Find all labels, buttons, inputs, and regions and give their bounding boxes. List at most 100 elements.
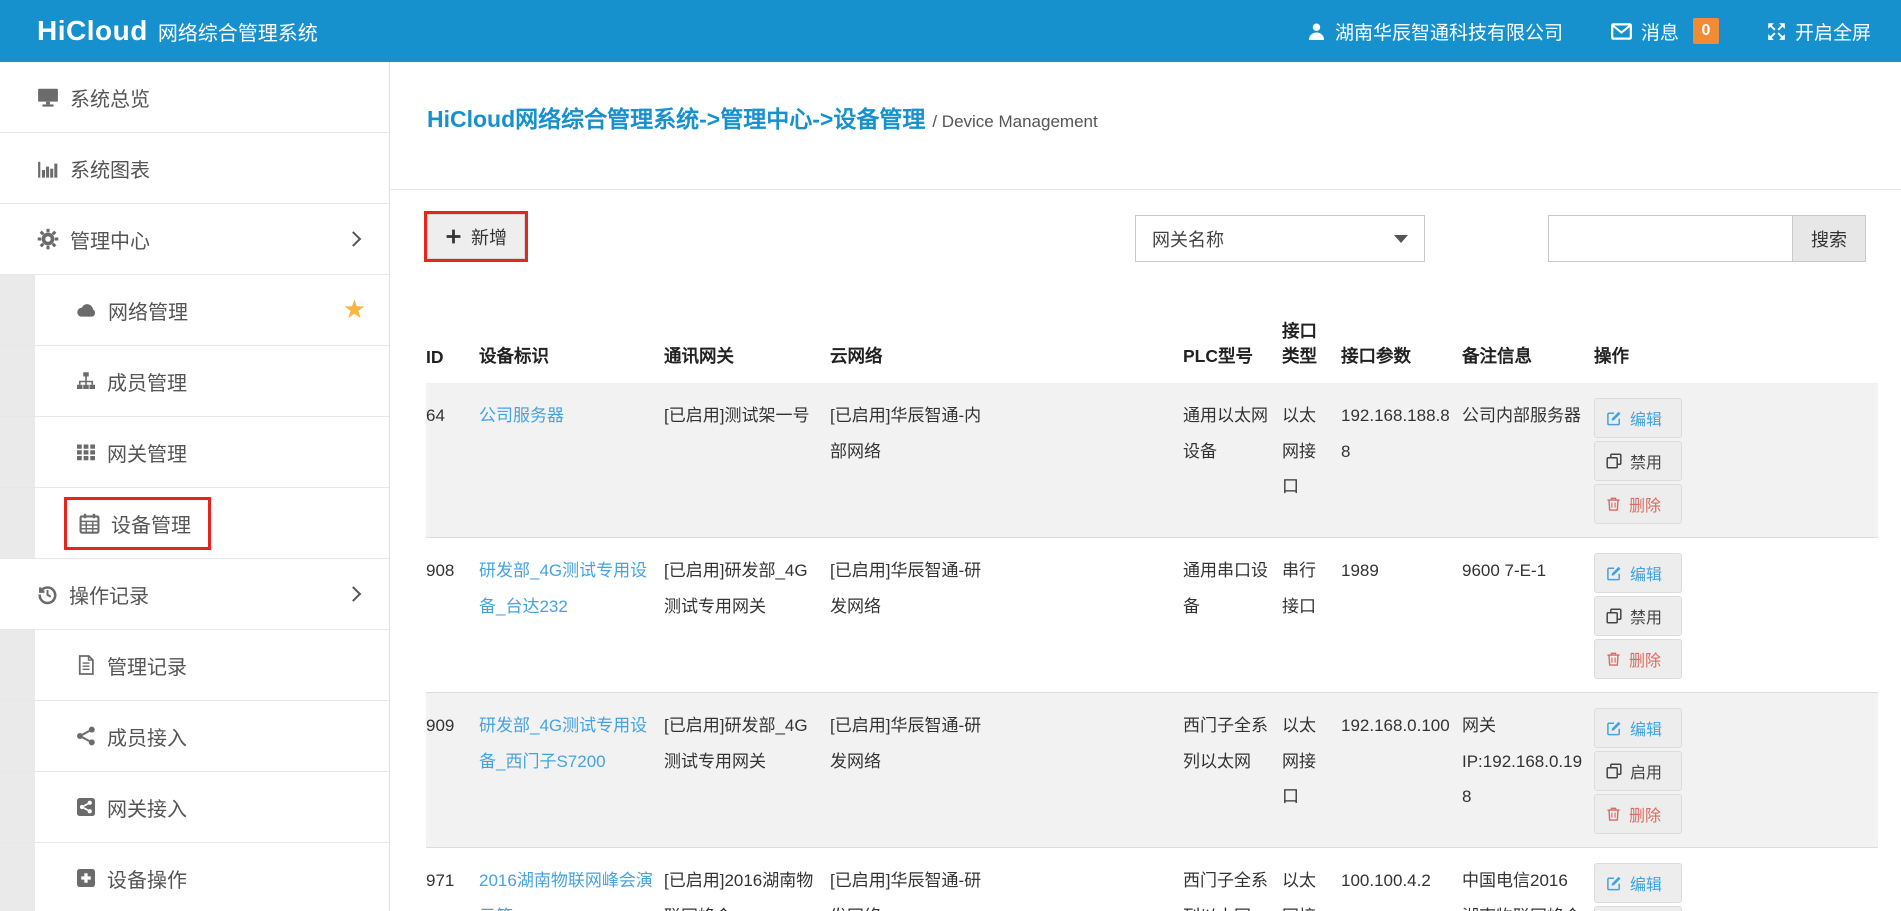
topbar-right: 湖南华辰智通科技有限公司 消息 0 开启全屏: [1307, 18, 1871, 45]
disable-button[interactable]: 禁用: [1594, 441, 1682, 481]
main-content: HiCloud网络综合管理系统->管理中心->设备管理 / Device Mana…: [391, 62, 1901, 911]
edit-button[interactable]: 编辑: [1594, 398, 1682, 438]
sidebar-item-label: 操作记录: [69, 580, 149, 609]
enable-button[interactable]: 启用: [1594, 906, 1682, 911]
sidebar-item-gateway-access[interactable]: 网关接入: [0, 772, 389, 843]
cell-plc: 西门子全系列以太网: [1183, 693, 1282, 848]
device-table-body: 64公司服务器[已启用]测试架一号[已启用]华辰智通-内部网络通用以太网设备以太…: [426, 383, 1878, 911]
sidebar-item-gateway-mgmt[interactable]: 网关管理: [0, 417, 389, 488]
table-row: 9712016湖南物联网峰会演示箱[已启用]2016湖南物联网峰会[已启用]华辰…: [426, 848, 1878, 911]
cell-device: 研发部_4G测试专用设备_西门子S7200: [479, 693, 664, 848]
header-row: ID设备标识通讯网关云网络PLC型号接口类型接口参数备注信息操作: [426, 290, 1878, 383]
cell-actions: 编辑禁用删除: [1594, 538, 1878, 693]
cell-id: 971: [426, 848, 479, 911]
edit-button[interactable]: 编辑: [1594, 553, 1682, 593]
cell-id: 908: [426, 538, 479, 693]
cell-device: 公司服务器: [479, 383, 664, 538]
disable-button[interactable]: 禁用: [1594, 596, 1682, 636]
page-title: HiCloud网络综合管理系统->管理中心->设备管理 / Device Mana…: [427, 100, 1901, 134]
cell-iface-type: 以太网接口: [1282, 383, 1341, 538]
grid-icon: [76, 442, 96, 462]
column-header-1: 设备标识: [479, 290, 664, 383]
envelope-icon: [1611, 21, 1632, 42]
sidebar-item-label: 设备操作: [107, 864, 187, 893]
sidebar-item-system-overview[interactable]: 系统总览: [0, 62, 389, 133]
cell-network: [已启用]华辰智通-研发网络: [830, 848, 1183, 911]
search-button[interactable]: 搜索: [1793, 215, 1866, 262]
sidebar-item-label: 成员接入: [107, 722, 187, 751]
app-logo: HiCloud 网络综合管理系统: [37, 15, 318, 47]
delete-button[interactable]: 删除: [1594, 639, 1682, 679]
cell-remark: 网关 IP:192.168.0.198: [1462, 693, 1594, 848]
caret-down-icon: [1394, 235, 1408, 243]
toolbar: 新增 网关名称 搜索: [391, 190, 1901, 290]
clone-icon: [1606, 453, 1622, 469]
search-group: 搜索: [1548, 215, 1866, 262]
fullscreen-icon: [1767, 22, 1786, 41]
column-header-8: 操作: [1594, 290, 1878, 383]
device-link[interactable]: 2016湖南物联网峰会演示箱: [479, 871, 653, 911]
sidebar-item-network-mgmt[interactable]: 网络管理★: [0, 275, 389, 346]
device-link[interactable]: 研发部_4G测试专用设备_台达232: [479, 561, 647, 616]
cell-actions: 编辑启用删除: [1594, 848, 1878, 911]
breadcrumb-subtitle: / Device Management: [932, 112, 1097, 131]
column-header-4: PLC型号: [1183, 290, 1282, 383]
trash-icon: [1606, 651, 1621, 667]
messages-menu[interactable]: 消息 0: [1611, 18, 1719, 45]
delete-button[interactable]: 删除: [1594, 794, 1682, 834]
sidebar-item-member-access[interactable]: 成员接入: [0, 701, 389, 772]
cell-id: 64: [426, 383, 479, 538]
cell-network: [已启用]华辰智通-研发网络: [830, 538, 1183, 693]
company-name: 湖南华辰智通科技有限公司: [1335, 18, 1563, 45]
table-row: 908研发部_4G测试专用设备_台达232[已启用]研发部_4G测试专用网关[已…: [426, 538, 1878, 693]
sidebar-item-device-mgmt[interactable]: 设备管理: [0, 488, 389, 559]
cell-gateway: [已启用]研发部_4G测试专用网关: [664, 693, 830, 848]
gears-icon: [37, 228, 59, 250]
add-button[interactable]: 新增: [427, 214, 525, 259]
sidebar-item-admin-center[interactable]: 管理中心: [0, 204, 389, 275]
cell-iface-params: 192.168.0.100: [1341, 693, 1462, 848]
sidebar-menu: 系统总览系统图表管理中心网络管理★ 成员管理网关管理设备管理操作记录管理记录成员接…: [0, 62, 389, 911]
device-link[interactable]: 研发部_4G测试专用设备_西门子S7200: [479, 716, 647, 771]
sidebar: 系统总览系统图表管理中心网络管理★ 成员管理网关管理设备管理操作记录管理记录成员接…: [0, 62, 390, 911]
edit-button[interactable]: 编辑: [1594, 708, 1682, 748]
cell-remark: 公司内部服务器: [1462, 383, 1594, 538]
cell-gateway: [已启用]测试架一号: [664, 383, 830, 538]
column-header-2: 通讯网关: [664, 290, 830, 383]
fullscreen-label: 开启全屏: [1795, 18, 1871, 45]
cell-remark: 中国电信2016湖南物联网峰会: [1462, 848, 1594, 911]
brand-suffix: 网络综合管理系统: [158, 17, 318, 46]
sidebar-item-label: 系统图表: [70, 154, 150, 183]
sidebar-item-label: 设备管理: [111, 509, 191, 538]
sidebar-item-member-mgmt[interactable]: 成员管理: [0, 346, 389, 417]
account-menu[interactable]: 湖南华辰智通科技有限公司: [1307, 18, 1563, 45]
breadcrumb: HiCloud网络综合管理系统->管理中心->设备管理: [427, 106, 925, 132]
calendar-icon: [79, 513, 100, 534]
share-icon: [76, 726, 96, 746]
cell-network: [已启用]华辰智通-研发网络: [830, 693, 1183, 848]
sidebar-item-label: 成员管理: [107, 367, 187, 396]
filter-selected-value: 网关名称: [1152, 226, 1224, 252]
sidebar-item-operation-log[interactable]: 操作记录: [0, 559, 389, 630]
fullscreen-toggle[interactable]: 开启全屏: [1767, 18, 1871, 45]
sidebar-item-system-charts[interactable]: 系统图表: [0, 133, 389, 204]
annotation-box-add: 新增: [424, 211, 528, 262]
gateway-filter-select[interactable]: 网关名称: [1135, 215, 1425, 262]
messages-count-badge: 0: [1693, 18, 1719, 44]
enable-button[interactable]: 启用: [1594, 751, 1682, 791]
page-header: HiCloud网络综合管理系统->管理中心->设备管理 / Device Mana…: [391, 62, 1901, 190]
device-link[interactable]: 公司服务器: [479, 406, 564, 425]
edit-icon: [1606, 720, 1622, 736]
monitor-icon: [37, 86, 59, 108]
search-input[interactable]: [1548, 215, 1793, 262]
sidebar-item-device-operate[interactable]: 设备操作: [0, 843, 389, 911]
star-icon: ★: [343, 296, 366, 322]
cloud-icon: [76, 300, 97, 321]
edit-button[interactable]: 编辑: [1594, 863, 1682, 903]
sidebar-item-admin-log[interactable]: 管理记录: [0, 630, 389, 701]
column-header-3: 云网络: [830, 290, 1183, 383]
column-header-7: 备注信息: [1462, 290, 1594, 383]
messages-label: 消息: [1641, 18, 1679, 45]
delete-button[interactable]: 删除: [1594, 484, 1682, 524]
column-header-6: 接口参数: [1341, 290, 1462, 383]
